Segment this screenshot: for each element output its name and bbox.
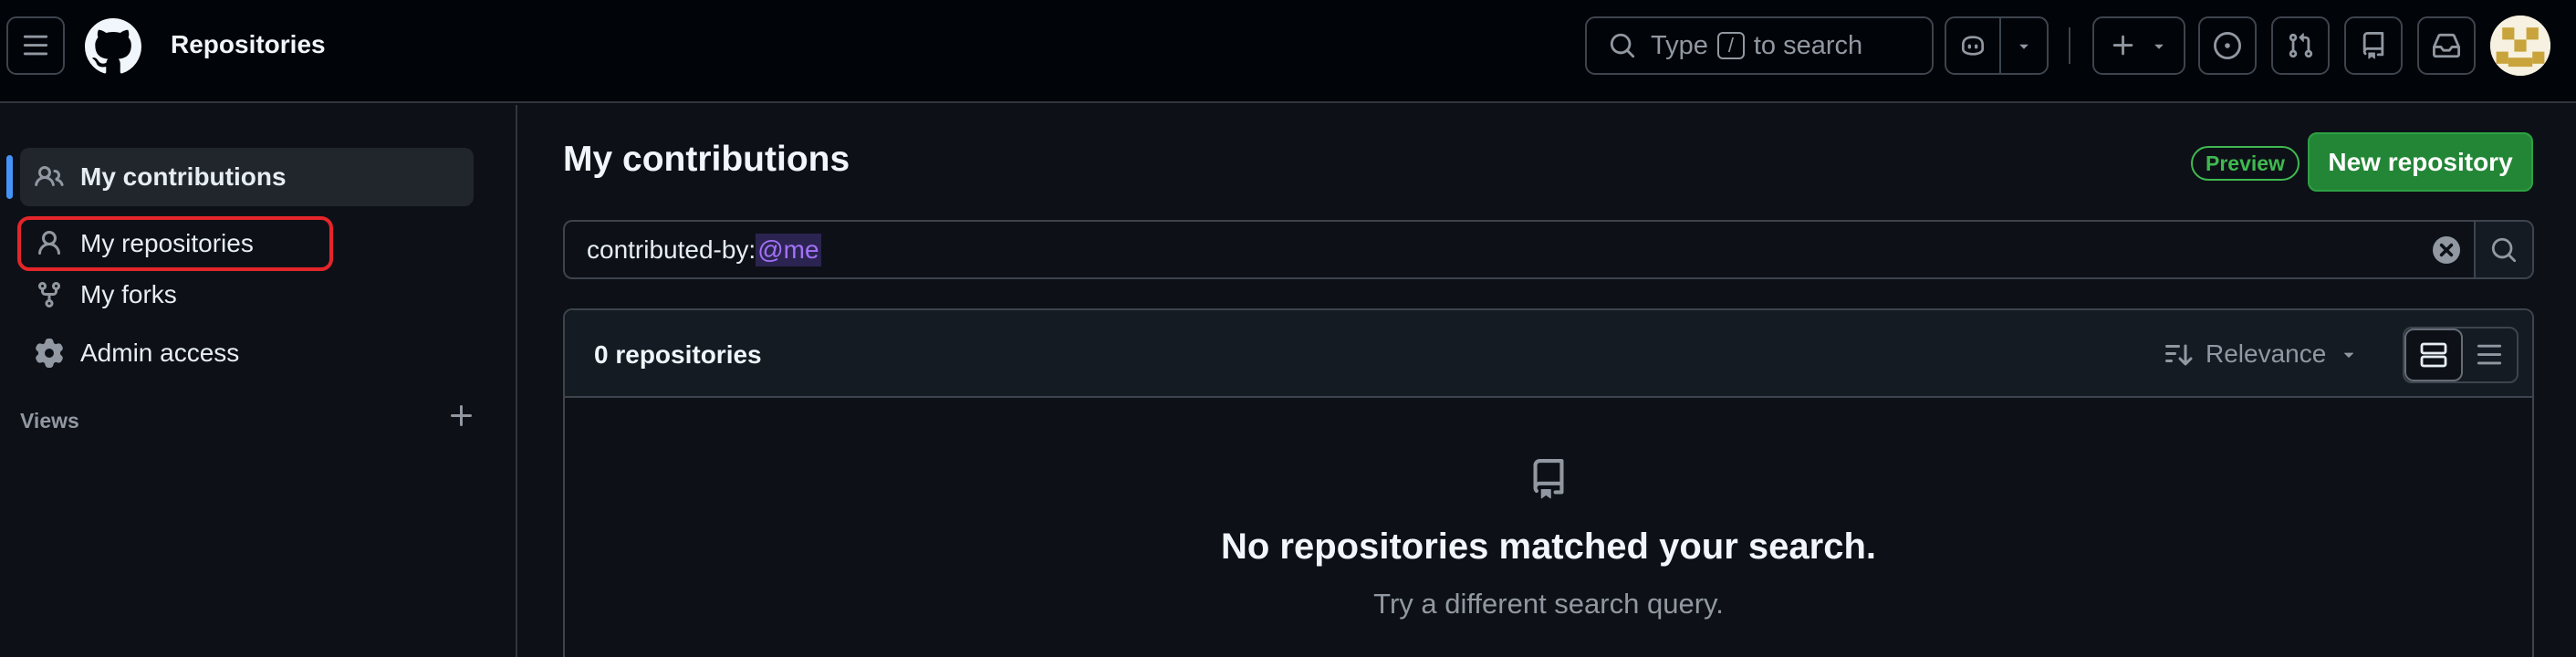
identicon-icon	[2490, 16, 2550, 76]
active-indicator	[6, 155, 13, 199]
empty-state-title: No repositories matched your search.	[1220, 527, 1876, 567]
sidebar-item-admin-access[interactable]: Admin access	[20, 324, 474, 382]
chevron-down-icon	[2154, 44, 2164, 49]
inbox-icon	[2433, 33, 2460, 58]
results-header: 0 repositories Relevance	[565, 310, 2532, 398]
copilot-button[interactable]	[1946, 18, 2001, 73]
search-icon	[1610, 33, 1635, 58]
sidebar-item-label: My forks	[80, 280, 177, 308]
plus-icon	[2112, 35, 2133, 56]
top-header: Repositories Type / to search	[0, 0, 2576, 103]
people-icon	[35, 165, 64, 187]
preview-badge[interactable]: Preview	[2191, 146, 2300, 181]
copilot-menu-button[interactable]	[2001, 18, 2047, 73]
results-count: 0 repositories	[594, 340, 762, 369]
menu-button[interactable]	[6, 16, 65, 75]
repositories-button[interactable]	[2344, 16, 2403, 75]
chevron-down-icon	[2019, 44, 2028, 49]
page-title: My contributions	[563, 140, 850, 179]
sidebar-item-label: Admin access	[80, 339, 240, 367]
filter-value-token: @me	[756, 233, 821, 266]
issue-icon	[2214, 32, 2241, 59]
list-view-button[interactable]	[2463, 328, 2518, 381]
plus-icon[interactable]	[447, 402, 476, 431]
pull-request-icon	[2289, 33, 2313, 58]
list-icon	[2477, 344, 2502, 365]
global-search[interactable]: Type / to search	[1585, 16, 1934, 75]
copilot-icon	[1962, 36, 1984, 56]
filter-search-button[interactable]	[2474, 220, 2534, 279]
github-logo[interactable]	[85, 18, 141, 75]
filter-qualifier: contributed-by:	[587, 235, 756, 264]
results-panel: 0 repositories Relevance No repositories…	[563, 308, 2534, 657]
sidebar: My contributions My repositories My fork…	[0, 105, 517, 657]
repo-icon	[2362, 32, 2384, 59]
fork-icon	[38, 282, 60, 308]
chevron-down-icon	[2344, 352, 2354, 358]
person-icon	[38, 231, 60, 256]
sort-icon	[2165, 344, 2193, 366]
sidebar-item-my-repositories[interactable]: My repositories	[17, 216, 333, 271]
gear-icon	[36, 339, 63, 368]
filter-input[interactable]: contributed-by: @me	[563, 220, 2476, 279]
create-new-button[interactable]	[2092, 16, 2185, 75]
view-toggle	[2403, 327, 2519, 383]
header-title[interactable]: Repositories	[171, 30, 326, 59]
search-icon	[2491, 237, 2517, 262]
empty-state-subtitle: Try a different search query.	[1373, 588, 1724, 620]
sort-dropdown[interactable]: Relevance	[2164, 332, 2359, 376]
header-divider	[2069, 27, 2070, 64]
clear-icon[interactable]	[2432, 235, 2461, 265]
search-suffix: to search	[1753, 30, 1863, 60]
sort-label: Relevance	[2206, 339, 2327, 368]
hamburger-icon	[23, 35, 48, 56]
search-shortcut-key: /	[1716, 32, 1745, 59]
search-prefix: Type	[1651, 30, 1708, 60]
sidebar-item-my-contributions[interactable]: My contributions	[20, 148, 474, 206]
sidebar-item-label: My contributions	[80, 162, 287, 191]
new-repository-button[interactable]: New repository	[2308, 132, 2533, 192]
card-view-button[interactable]	[2404, 328, 2463, 381]
issues-button[interactable]	[2198, 16, 2257, 75]
inbox-button[interactable]	[2417, 16, 2476, 75]
views-label: Views	[20, 409, 79, 433]
repo-icon	[1533, 459, 1564, 499]
user-avatar[interactable]	[2490, 16, 2550, 76]
rows-icon	[2420, 342, 2447, 368]
sidebar-item-label: My repositories	[80, 229, 254, 257]
copilot-split-button[interactable]	[1945, 16, 2049, 75]
pull-requests-button[interactable]	[2271, 16, 2330, 75]
sidebar-item-my-forks[interactable]: My forks	[20, 266, 474, 324]
